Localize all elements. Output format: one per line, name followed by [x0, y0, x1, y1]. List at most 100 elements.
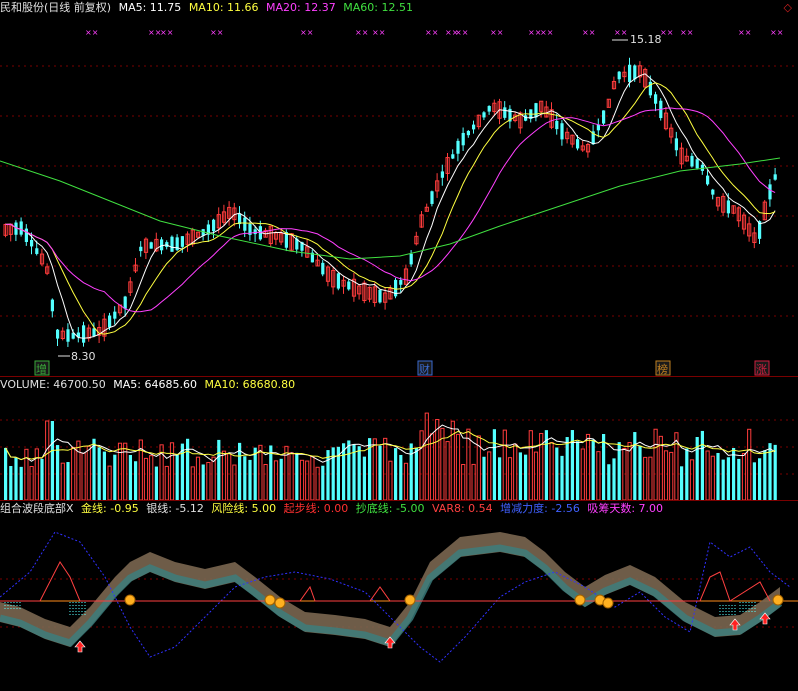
volume-bar-up: [445, 441, 450, 500]
volume-bar-up: [487, 451, 492, 500]
stock-chart-window: 民和股份(日线 前复权) MA5: 11.75 MA10: 11.66 MA20…: [0, 0, 798, 691]
volume-bar-up: [435, 419, 440, 500]
volume-bar-down: [721, 459, 725, 500]
stock-title: 民和股份(日线 前复权): [0, 1, 112, 14]
candle-down: [35, 248, 39, 254]
volume-bar-down: [612, 458, 616, 500]
indicator-header: 组合波段底部X 金线: -0.95 银线: -5.12 风险线: 5.00 起步…: [0, 501, 667, 517]
increase-force-readout: 增减力度: -2.56: [500, 502, 580, 515]
volume-bar-up: [747, 428, 752, 500]
volume-bar-up: [45, 420, 50, 500]
buy-signal-ball: [274, 597, 286, 609]
volume-bar-down: [680, 466, 684, 500]
volume-bar-down: [4, 447, 8, 500]
candle-down: [674, 138, 678, 151]
purple-x-marker: ××: [210, 28, 223, 37]
ma5-readout: MA5: 11.75: [118, 1, 182, 14]
purple-x-marker: ××: [355, 28, 368, 37]
price-panel[interactable]: ×× ×× ×× ×× ×× ×× ×× ×× ×× ×× ×× ×× ×× ×× ×× ×× ×× ×× ×× 15…: [0, 16, 798, 376]
volume-bar-down: [362, 456, 366, 500]
buy-signal-ball: [404, 594, 416, 606]
candle-down: [139, 246, 143, 252]
volume-bar-up: [305, 460, 310, 500]
ma60-line: [0, 157, 781, 260]
candle-down: [347, 281, 351, 290]
volume-bar-down: [248, 459, 252, 500]
candle-down: [82, 325, 86, 343]
purple-x-marker: ××: [300, 28, 313, 37]
diamond-icon[interactable]: ◇: [784, 1, 792, 14]
volume-bar-down: [279, 458, 283, 500]
candle-down: [617, 71, 621, 80]
volume-bar-down: [347, 440, 351, 500]
volume-bar-down: [243, 456, 247, 500]
volume-bar-down: [321, 465, 325, 500]
volume-bar-down: [576, 441, 580, 500]
volume-bar-down: [685, 448, 689, 500]
volume-bar-up: [76, 440, 81, 500]
purple-x-marker: ××: [160, 28, 173, 37]
volume-bar-up: [372, 438, 377, 500]
candle-down: [409, 253, 413, 265]
volume-bar-up: [383, 437, 388, 500]
candle-down: [602, 110, 606, 124]
volume-bar-down: [378, 445, 382, 500]
ma20-readout: MA20: 12.37: [266, 1, 336, 14]
purple-x-marker: ××: [582, 28, 595, 37]
candle-down: [773, 174, 777, 180]
volume-bar-up: [471, 463, 476, 500]
purple-x-marker: ××: [660, 28, 673, 37]
candle-down: [726, 200, 730, 214]
volume-bar-down: [102, 451, 106, 500]
purple-x-marker: ××: [770, 28, 783, 37]
volume-bar-up: [502, 429, 507, 500]
volume-chart[interactable]: [0, 393, 798, 500]
silver-line-readout: 银线: -5.12: [146, 502, 204, 515]
volume-panel[interactable]: [0, 393, 798, 500]
volume-bar-down: [128, 455, 132, 500]
volume-bar-down: [617, 442, 621, 500]
candle-down: [628, 64, 632, 83]
candle-down: [160, 239, 164, 251]
indicator-chart[interactable]: [0, 517, 798, 691]
volume-bar-down: [134, 461, 138, 500]
volume-bar-up: [549, 442, 554, 500]
purple-x-marker: ××: [85, 28, 98, 37]
volume-bar-down: [40, 458, 44, 500]
volume-bar-down: [524, 454, 528, 500]
volume-bar-up: [263, 463, 268, 500]
volume-bar-down: [570, 430, 574, 500]
gold-line-readout: 金线: -0.95: [81, 502, 139, 515]
volume-bar-down: [555, 447, 559, 500]
event-marker-label: 涨: [756, 363, 767, 376]
candle-down: [461, 132, 465, 146]
candle-down: [576, 139, 580, 149]
volume-bar-down: [9, 466, 13, 500]
absorb-days-readout: 吸筹天数: 7.00: [587, 502, 664, 515]
volume-bar-down: [518, 452, 522, 500]
buy-signal-ball: [574, 594, 586, 606]
volume-bar-up: [461, 463, 466, 500]
volume-bar-up: [643, 456, 648, 500]
start-line-readout: 起步线: 0.00: [283, 502, 349, 515]
volume-bar-up: [455, 433, 461, 500]
volume-bar-up: [24, 448, 29, 500]
volume-bar-up: [81, 452, 86, 500]
volume-bar-up: [653, 428, 658, 500]
volume-bar-down: [113, 454, 117, 500]
candle-down: [170, 236, 174, 252]
indicator-panel[interactable]: [0, 517, 798, 691]
volume-bar-up: [388, 460, 393, 500]
purple-x-marker: ××: [372, 28, 385, 37]
volume-bar-down: [97, 447, 101, 500]
candle-down: [633, 65, 637, 80]
indicator-title: 组合波段底部X: [0, 502, 74, 515]
volume-bar-down: [758, 458, 762, 500]
volume-bar-down: [492, 429, 496, 500]
volume-bar-down: [154, 466, 158, 500]
volume-bar-up: [710, 455, 715, 500]
volume-bar-up: [107, 465, 112, 500]
price-chart[interactable]: ×× ×××× ×× ×× ×× ×× ×× ×××× ×× ×××× ×× ×× ×× ×× ×× ××15…: [0, 16, 798, 376]
volume-bar-up: [258, 444, 263, 500]
volume-bar-up: [533, 451, 539, 500]
